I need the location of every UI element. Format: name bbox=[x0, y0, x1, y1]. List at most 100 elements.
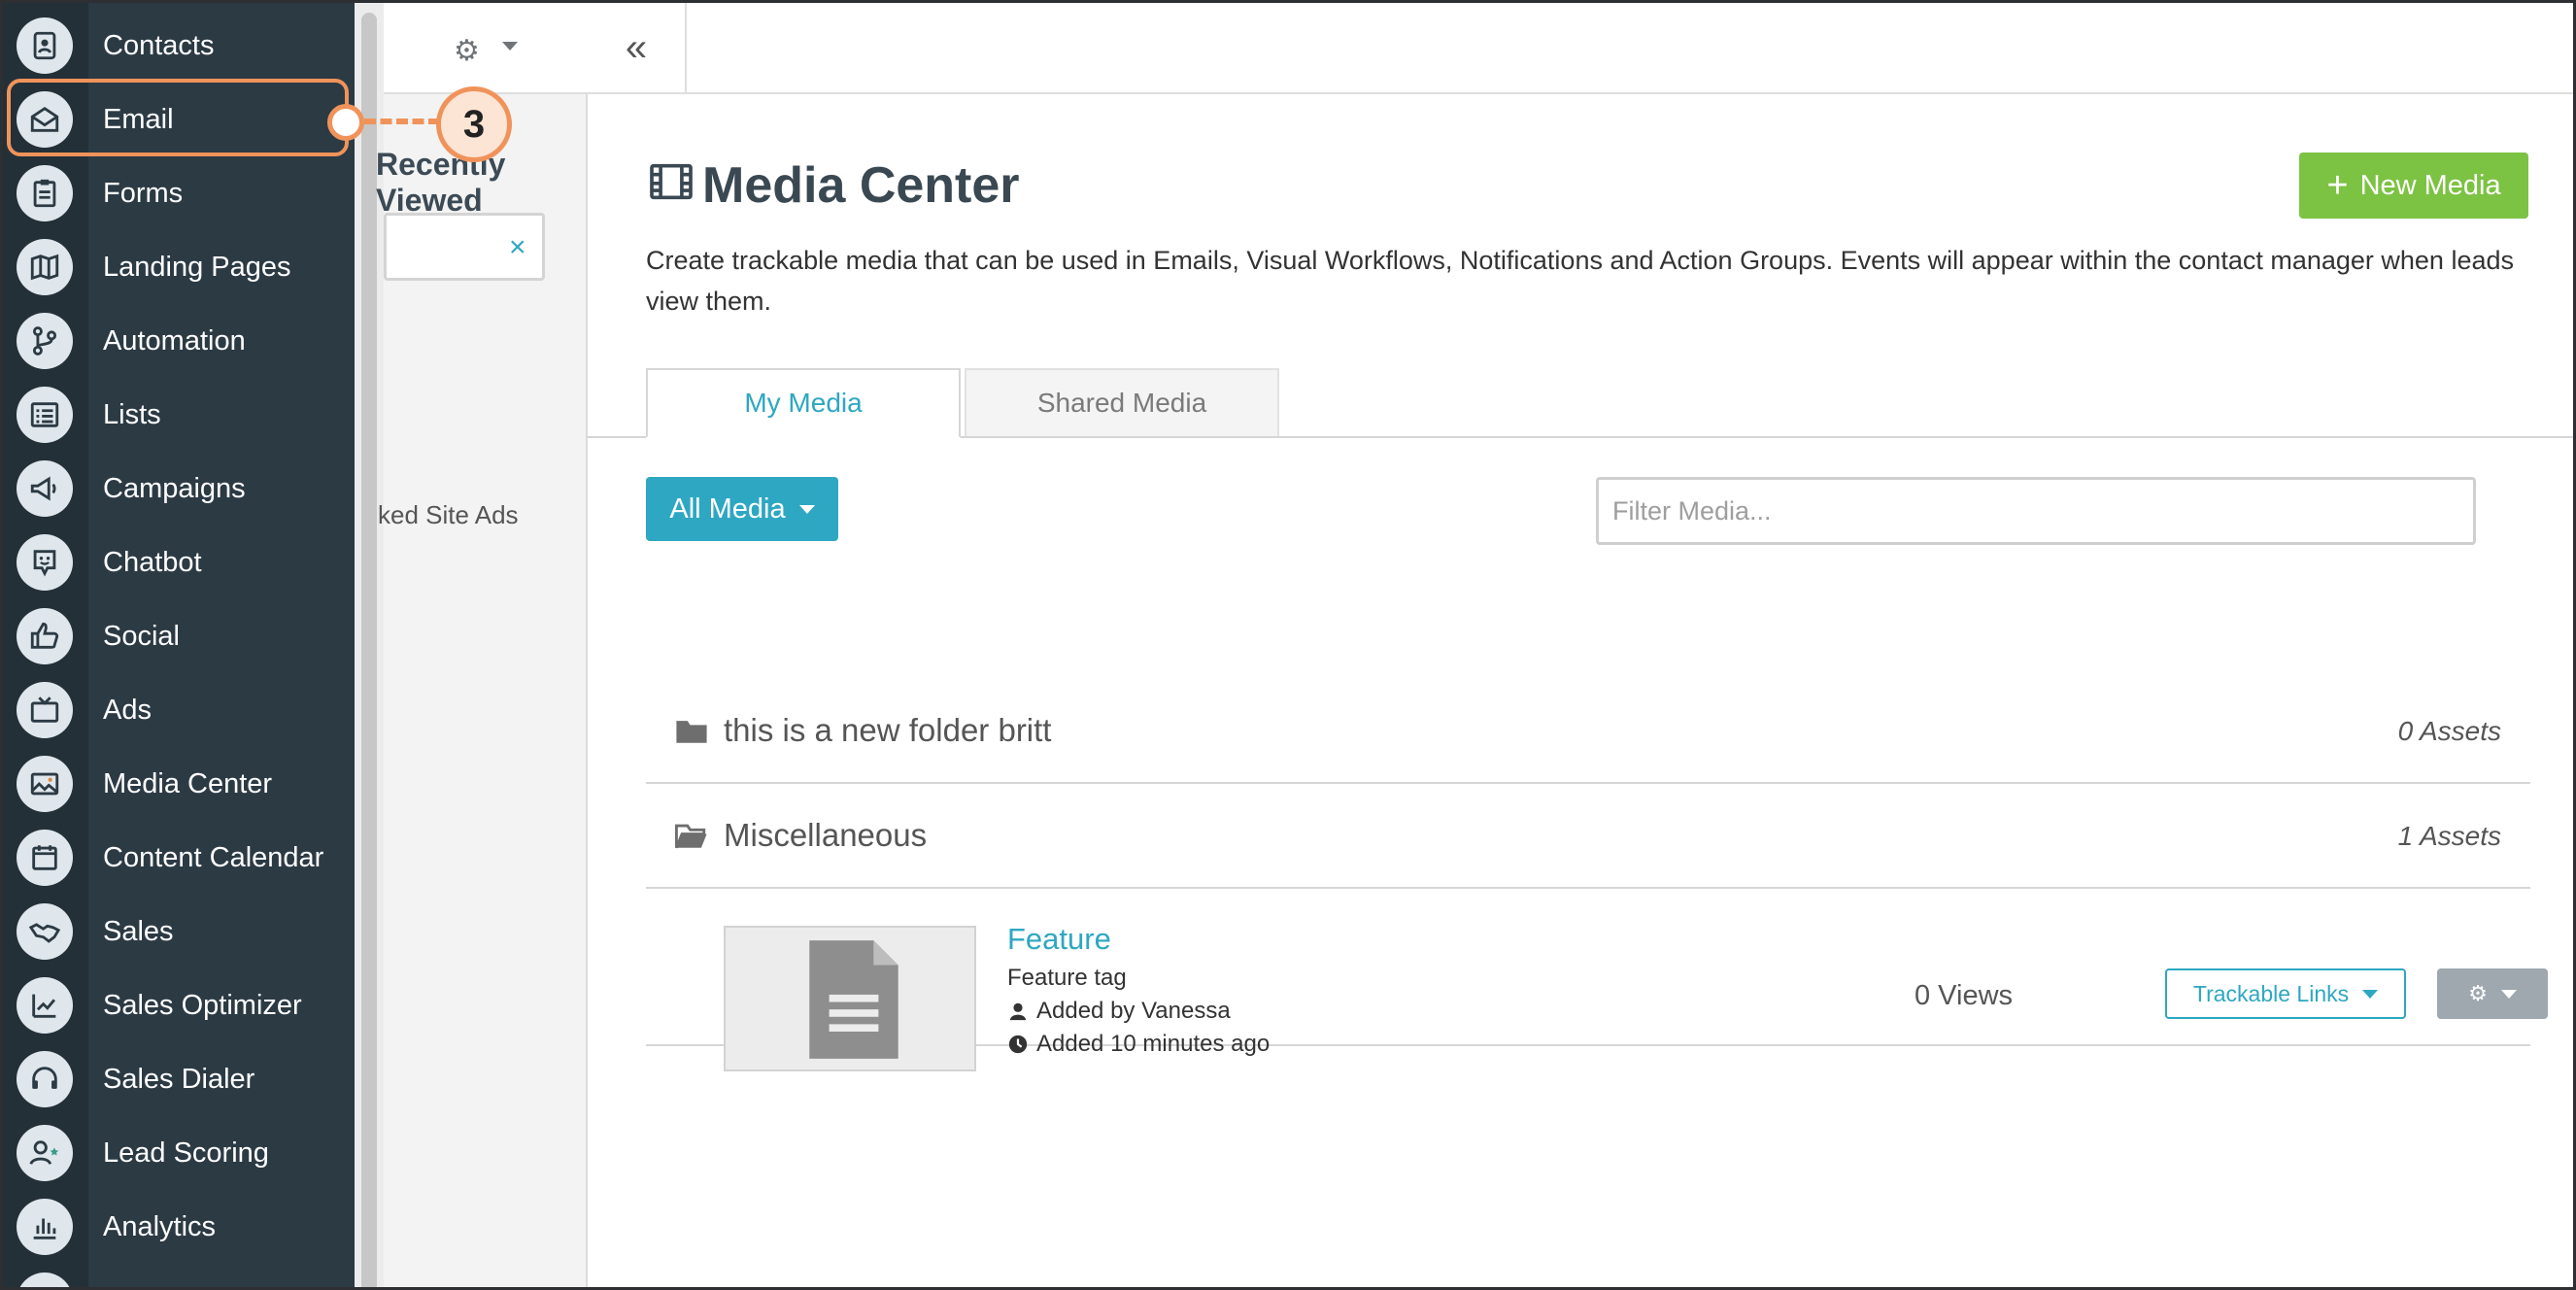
sidebar-item-sales-optimizer[interactable]: Sales Optimizer bbox=[3, 968, 355, 1042]
media-item-row: Feature Feature tag Added by Vanessa Add… bbox=[646, 891, 2548, 1071]
media-item-tag: Feature tag bbox=[1007, 965, 1127, 991]
media-settings-dropdown[interactable]: ⚙ bbox=[2437, 968, 2548, 1019]
callout-dot bbox=[327, 104, 364, 141]
media-item-name[interactable]: Feature bbox=[1007, 922, 1111, 957]
chart-up-icon bbox=[17, 977, 73, 1034]
filter-media-input[interactable] bbox=[1596, 477, 2476, 545]
sidebar-item-label: Ads bbox=[103, 694, 152, 726]
sidebar-item-label: Forms bbox=[103, 177, 184, 209]
tv-icon bbox=[17, 682, 73, 738]
secondary-panel-header: ⚙ bbox=[384, 3, 588, 94]
sidebar-item-sales-dialer[interactable]: Sales Dialer bbox=[3, 1042, 355, 1116]
new-media-button[interactable]: + New Media bbox=[2299, 153, 2528, 219]
all-media-dropdown[interactable]: All Media bbox=[646, 477, 838, 541]
sidebar-item-label: Media Center bbox=[103, 767, 273, 799]
sidebar-item-label: Chatbot bbox=[103, 546, 202, 578]
list-icon bbox=[17, 387, 73, 443]
sidebar-item-label: Content Calendar bbox=[103, 841, 324, 873]
sidebar-item-forms[interactable]: Forms bbox=[3, 156, 355, 230]
secondary-panel: ⚙ Recently Viewed × ked Site Ads bbox=[376, 3, 588, 1287]
recently-viewed-search[interactable]: × bbox=[384, 213, 545, 281]
contacts-icon bbox=[17, 17, 73, 74]
app-window: Contacts Email Forms Landing Pages Autom… bbox=[0, 0, 2576, 1290]
content-topbar: « bbox=[588, 3, 2573, 94]
plus-icon: + bbox=[2326, 165, 2349, 206]
folder-asset-count: 1 Assets bbox=[2397, 821, 2501, 851]
sidebar-item-lists[interactable]: Lists bbox=[3, 378, 355, 452]
sidebar-item-ads[interactable]: Ads bbox=[3, 673, 355, 747]
trackable-links-dropdown[interactable]: Trackable Links bbox=[2165, 968, 2406, 1019]
folder-row[interactable]: this is a new folder britt 0 Assets bbox=[646, 681, 2530, 784]
media-center-main: Media Center + New Media Create trackabl… bbox=[588, 94, 2573, 1287]
sidebar-item-label: Social bbox=[103, 620, 180, 652]
page-title: Media Center bbox=[702, 157, 1020, 214]
sidebar-item-label: Landing Pages bbox=[103, 251, 291, 283]
sidebar-item-chatbot[interactable]: Chatbot bbox=[3, 526, 355, 599]
folder-asset-count: 0 Assets bbox=[2397, 716, 2501, 746]
recently-viewed-item[interactable]: ked Site Ads bbox=[378, 500, 519, 530]
headset-icon bbox=[17, 1051, 73, 1107]
chevron-down-icon[interactable] bbox=[502, 42, 518, 51]
collapse-panel-button[interactable]: « bbox=[588, 3, 687, 92]
caret-down-icon bbox=[2362, 989, 2379, 999]
sidebar-item-media-center[interactable]: Media Center bbox=[3, 747, 355, 821]
clear-icon[interactable]: × bbox=[509, 231, 526, 264]
tab-my-media[interactable]: My Media bbox=[646, 368, 961, 438]
folder-open-icon bbox=[675, 824, 707, 849]
clock-icon bbox=[1008, 1035, 1028, 1054]
sidebar-item-label: Sales bbox=[103, 915, 174, 947]
film-icon bbox=[650, 163, 693, 200]
bar-chart-icon bbox=[17, 1199, 73, 1255]
folder-row[interactable]: Miscellaneous 1 Assets bbox=[646, 786, 2530, 889]
sidebar-item-label: Sales Optimizer bbox=[103, 989, 302, 1021]
time-text: Added 10 minutes ago bbox=[1036, 1031, 1271, 1057]
forms-icon bbox=[17, 165, 73, 221]
folder-name: this is a new folder britt bbox=[724, 712, 1052, 748]
email-highlight-box bbox=[7, 79, 349, 156]
user-star-icon bbox=[17, 1125, 73, 1181]
tab-shared-media[interactable]: Shared Media bbox=[965, 368, 1279, 436]
sidebar-item-label: Lead Scoring bbox=[103, 1137, 269, 1169]
new-media-label: New Media bbox=[2359, 169, 2501, 201]
sidebar-scrollbar-thumb[interactable] bbox=[361, 13, 377, 1287]
sidebar-item-label: Contacts bbox=[103, 29, 215, 61]
gear-icon[interactable]: ⚙ bbox=[454, 34, 480, 68]
all-media-label: All Media bbox=[669, 492, 786, 525]
caret-down-icon bbox=[798, 504, 815, 514]
sidebar-item-label: Lists bbox=[103, 398, 161, 430]
media-thumbnail[interactable] bbox=[724, 926, 976, 1071]
megaphone-icon bbox=[17, 460, 73, 517]
image-icon bbox=[17, 756, 73, 812]
callout-line bbox=[364, 119, 440, 124]
sidebar-item-analytics[interactable]: Analytics bbox=[3, 1190, 355, 1264]
sidebar-item-lead-scoring[interactable]: Lead Scoring bbox=[3, 1116, 355, 1190]
sidebar-item-label: Automation bbox=[103, 324, 246, 356]
caret-down-icon bbox=[2500, 989, 2517, 999]
sidebar-item-label: Campaigns bbox=[103, 472, 246, 504]
user-icon bbox=[1009, 1002, 1027, 1021]
sidebar-item-contacts[interactable]: Contacts bbox=[3, 9, 355, 83]
folder-name: Miscellaneous bbox=[724, 817, 928, 853]
sidebar-item-social[interactable]: Social bbox=[3, 599, 355, 673]
map-icon bbox=[17, 239, 73, 295]
media-item-author: Added by Vanessa bbox=[1007, 998, 1231, 1025]
handshake-icon bbox=[17, 903, 73, 960]
sidebar-item-landing-pages[interactable]: Landing Pages bbox=[3, 230, 355, 304]
double-chevron-left-icon: « bbox=[625, 25, 648, 69]
calendar-icon bbox=[17, 830, 73, 886]
sidebar-item-label: Analytics bbox=[103, 1210, 217, 1242]
more-icon bbox=[17, 1273, 73, 1287]
author-text: Added by Vanessa bbox=[1036, 998, 1231, 1024]
folder-icon bbox=[676, 721, 707, 743]
sidebar-item-label: Sales Dialer bbox=[103, 1063, 255, 1095]
sidebar-item-campaigns[interactable]: Campaigns bbox=[3, 452, 355, 526]
media-item-time: Added 10 minutes ago bbox=[1007, 1031, 1270, 1058]
gear-icon: ⚙ bbox=[2468, 981, 2488, 1005]
sidebar-item-content-calendar[interactable]: Content Calendar bbox=[3, 821, 355, 895]
chatbot-icon bbox=[17, 534, 73, 591]
sidebar-item-sales[interactable]: Sales bbox=[3, 895, 355, 968]
sidebar-item-more[interactable] bbox=[3, 1264, 355, 1287]
sidebar-item-automation[interactable]: Automation bbox=[3, 304, 355, 378]
workflow-icon bbox=[17, 313, 73, 369]
trackable-links-label: Trackable Links bbox=[2192, 980, 2350, 1006]
